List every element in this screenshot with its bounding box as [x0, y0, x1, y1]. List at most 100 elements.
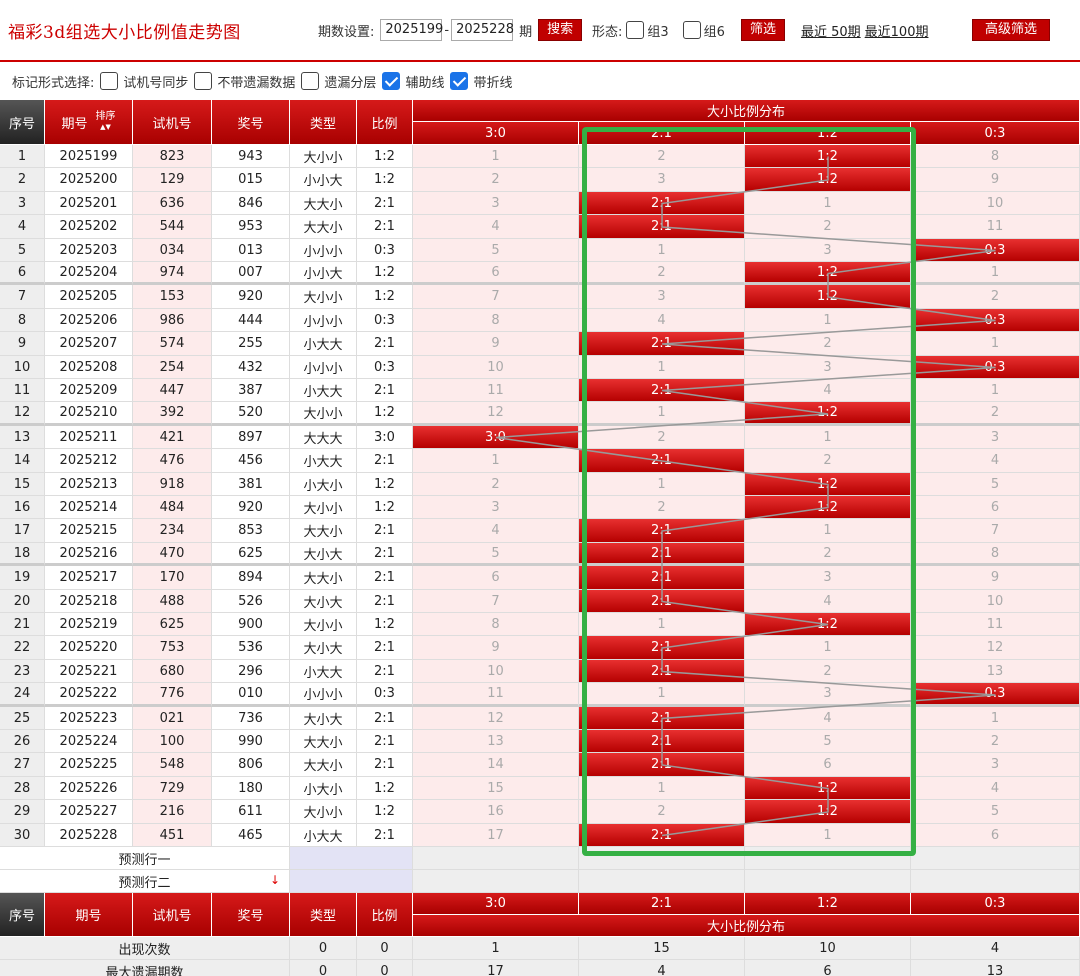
row-trial: 216: [133, 800, 212, 824]
ratio-miss-cell: 9: [911, 566, 1080, 590]
ratio-miss-cell: 1: [579, 473, 745, 496]
row-number: 736: [212, 707, 290, 730]
row-trial: 548: [133, 753, 212, 777]
row-trial: 254: [133, 356, 212, 379]
predict-cell[interactable]: [911, 847, 1080, 870]
ratio-miss-cell: 6: [745, 753, 911, 777]
row-ratio: 1:2: [357, 168, 413, 192]
row-ratio: 1:2: [357, 777, 413, 800]
row-number: 007: [212, 262, 290, 285]
ratio-miss-cell: 4: [745, 590, 911, 613]
ratio-hit-cell: 1:2: [745, 285, 911, 309]
ratio-miss-cell: 1: [579, 613, 745, 636]
arrow-down-icon[interactable]: ↓: [270, 873, 280, 887]
row-number: 015: [212, 168, 290, 192]
row-index: 11: [0, 379, 45, 402]
ratio-miss-cell: 1: [745, 636, 911, 660]
row-period: 2025218: [45, 590, 133, 613]
row-period: 2025216: [45, 543, 133, 566]
row-index: 19: [0, 566, 45, 590]
row-trial: 776: [133, 683, 212, 707]
ratio-hit-cell: 2:1: [579, 215, 745, 239]
ratio-hit-cell: 0:3: [911, 239, 1080, 262]
row-type: 大大小: [290, 519, 357, 543]
row-ratio: 0:3: [357, 683, 413, 707]
ratio-miss-cell: 3: [413, 192, 579, 215]
row-ratio: 1:2: [357, 285, 413, 309]
row-type: 大小小: [290, 402, 357, 426]
ratio-miss-cell: 2: [413, 168, 579, 192]
header-ratio-col: 1:2: [745, 122, 911, 145]
stat-label: 最大遗漏期数: [0, 960, 290, 976]
row-trial: 484: [133, 496, 212, 519]
ratio-miss-cell: 1: [579, 356, 745, 379]
ratio-hit-cell: 2:1: [579, 660, 745, 683]
footer-ratio: 比例: [357, 893, 413, 937]
ratio-miss-cell: 2: [745, 332, 911, 356]
ratio-hit-cell: 1:2: [745, 145, 911, 168]
sort-icon[interactable]: 排序 ▲▼: [96, 112, 116, 132]
footer-distribution: 大小比例分布: [413, 915, 1080, 937]
ratio-miss-cell: 8: [413, 309, 579, 332]
row-ratio: 0:3: [357, 356, 413, 379]
ratio-miss-cell: 15: [413, 777, 579, 800]
row-trial: 421: [133, 426, 212, 449]
ratio-hit-cell: 2:1: [579, 636, 745, 660]
ratio-miss-cell: 7: [413, 590, 579, 613]
ratio-miss-cell: 2: [579, 496, 745, 519]
ratio-miss-cell: 2: [745, 215, 911, 239]
row-number: 444: [212, 309, 290, 332]
predict-cell[interactable]: [745, 847, 911, 870]
footer-ratio-col: 3:0: [413, 893, 579, 915]
row-type: 大大大: [290, 426, 357, 449]
row-index: 13: [0, 426, 45, 449]
row-trial: 918: [133, 473, 212, 496]
row-index: 27: [0, 753, 45, 777]
ratio-miss-cell: 2: [579, 145, 745, 168]
predict-cell[interactable]: [579, 870, 745, 893]
row-ratio: 2:1: [357, 215, 413, 239]
ratio-hit-cell: 2:1: [579, 449, 745, 473]
row-ratio: 1:2: [357, 402, 413, 426]
predict-cell[interactable]: [745, 870, 911, 893]
predict-input-cell[interactable]: [290, 847, 413, 870]
ratio-hit-cell: 0:3: [911, 356, 1080, 379]
row-period: 2025214: [45, 496, 133, 519]
stat-cell: 13: [911, 960, 1080, 976]
row-index: 12: [0, 402, 45, 426]
ratio-miss-cell: 5: [911, 473, 1080, 496]
row-period: 2025226: [45, 777, 133, 800]
row-ratio: 2:1: [357, 449, 413, 473]
ratio-hit-cell: 1:2: [745, 613, 911, 636]
ratio-miss-cell: 4: [413, 215, 579, 239]
row-index: 28: [0, 777, 45, 800]
row-number: 520: [212, 402, 290, 426]
header-period: 期号 排序 ▲▼: [45, 100, 133, 145]
row-period: 2025224: [45, 730, 133, 753]
ratio-hit-cell: 1:2: [745, 496, 911, 519]
row-index: 16: [0, 496, 45, 519]
row-trial: 625: [133, 613, 212, 636]
ratio-miss-cell: 1: [745, 824, 911, 847]
row-trial: 986: [133, 309, 212, 332]
predict-cell[interactable]: [413, 870, 579, 893]
ratio-hit-cell: 1:2: [745, 473, 911, 496]
ratio-hit-cell: 2:1: [579, 566, 745, 590]
predict-cell[interactable]: [579, 847, 745, 870]
row-ratio: 2:1: [357, 566, 413, 590]
row-period: 2025204: [45, 262, 133, 285]
predict-input-cell[interactable]: [290, 870, 413, 893]
row-number: 013: [212, 239, 290, 262]
ratio-miss-cell: 2: [745, 543, 911, 566]
row-number: 010: [212, 683, 290, 707]
ratio-miss-cell: 10: [413, 660, 579, 683]
row-type: 小大小: [290, 473, 357, 496]
row-ratio: 1:2: [357, 800, 413, 824]
row-number: 846: [212, 192, 290, 215]
ratio-miss-cell: 6: [413, 566, 579, 590]
predict-cell[interactable]: [413, 847, 579, 870]
row-index: 24: [0, 683, 45, 707]
predict-cell[interactable]: [911, 870, 1080, 893]
ratio-miss-cell: 1: [745, 426, 911, 449]
ratio-miss-cell: 5: [745, 730, 911, 753]
